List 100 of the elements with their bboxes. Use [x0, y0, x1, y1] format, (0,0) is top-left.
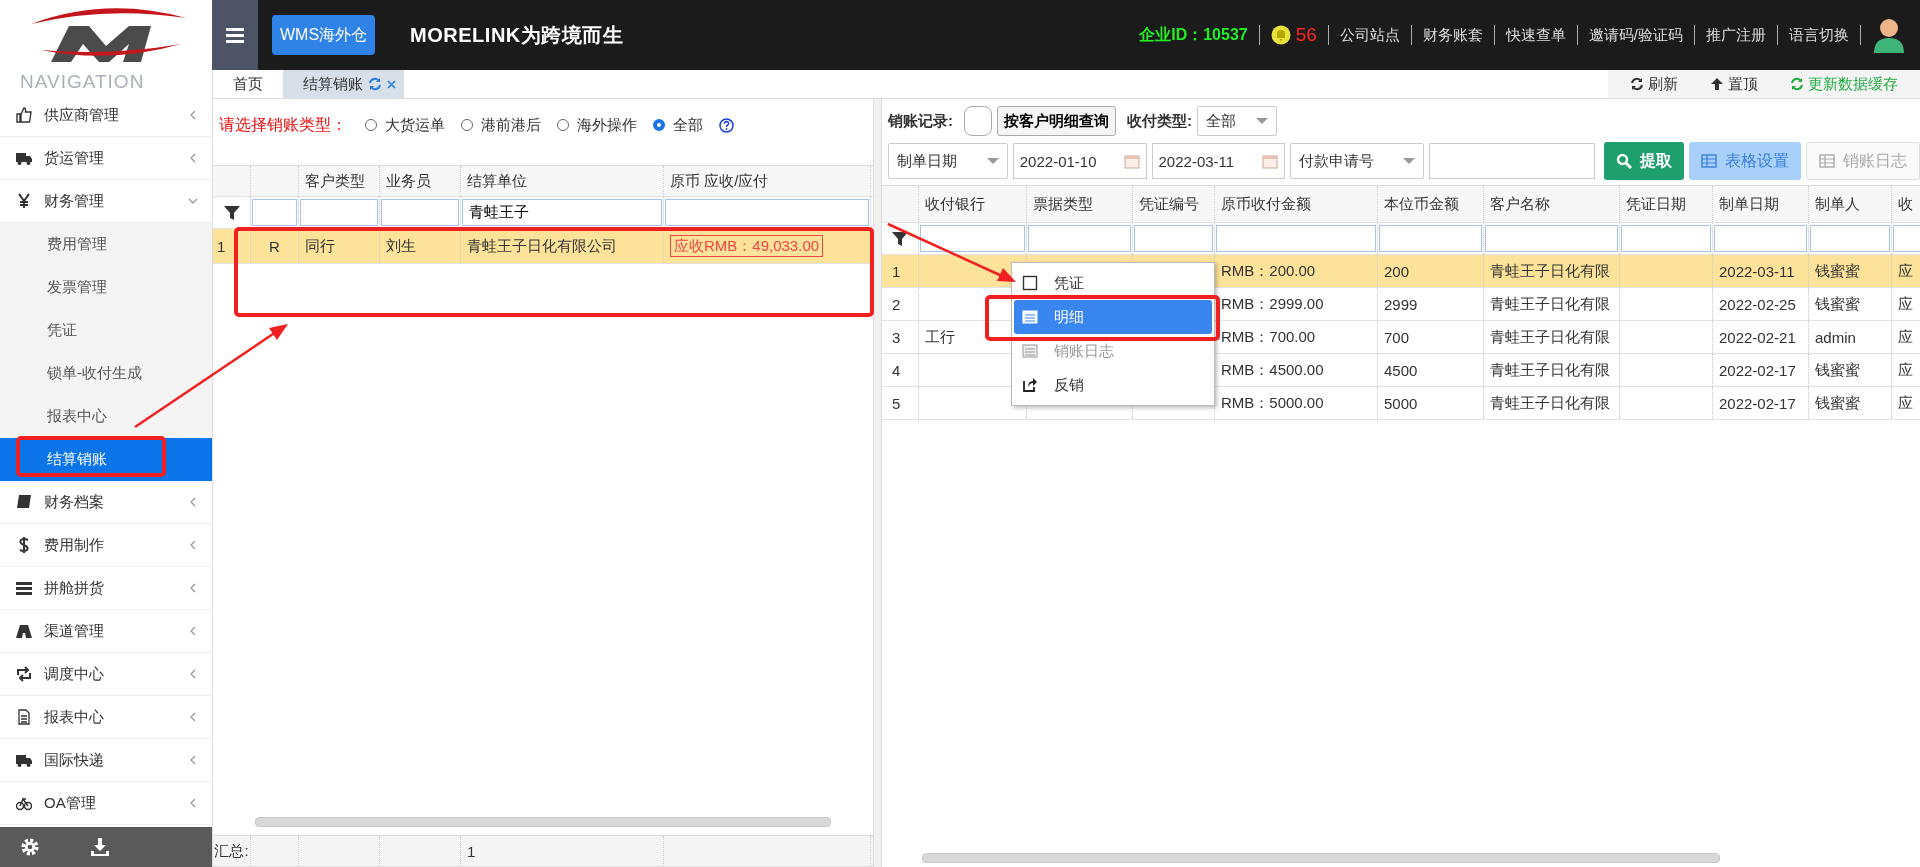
column-header[interactable]: 业务员 [380, 166, 461, 196]
radio-option[interactable]: 全部 [653, 115, 703, 135]
sidebar-item[interactable]: 费用制作 [0, 524, 212, 567]
sidebar-item[interactable]: 报表中心 [0, 696, 212, 739]
refresh-icon [1790, 77, 1804, 91]
help-icon[interactable] [719, 117, 734, 133]
filter-icon[interactable] [892, 230, 908, 247]
tab[interactable]: 首页 [213, 70, 283, 98]
filter-field[interactable] [1485, 225, 1618, 252]
date-field[interactable]: 2022-01-10 [1012, 143, 1147, 179]
calendar-icon[interactable] [1123, 153, 1140, 169]
type-select[interactable]: 全部 [1197, 106, 1277, 136]
header-link[interactable]: 邀请码/验证码 [1588, 25, 1683, 45]
table-cell: 5000 [1384, 394, 1418, 412]
filter-field[interactable] [1810, 225, 1890, 252]
settings-icon[interactable] [20, 837, 40, 857]
date-field[interactable]: 2022-03-11 [1151, 143, 1286, 179]
toggle-switch[interactable] [964, 106, 992, 136]
filter-field[interactable]: 青蛙王子 [462, 199, 662, 226]
table-cell: 700 [1384, 328, 1410, 346]
warehouse-button[interactable]: WMS海外仓 [272, 15, 376, 55]
filter-field[interactable] [1714, 225, 1807, 252]
sidebar-item[interactable]: 国际快递 [0, 739, 212, 782]
header-link[interactable]: 财务账套 [1422, 25, 1483, 45]
avatar-icon[interactable] [1872, 17, 1906, 53]
column-header[interactable]: 票据类型 [1027, 186, 1133, 222]
sidebar-item[interactable]: 调度中心 [0, 653, 212, 696]
close-icon[interactable] [387, 79, 396, 89]
column-header[interactable]: 原币 应收/应付 [664, 166, 871, 196]
header-link[interactable]: 快速查单 [1505, 25, 1566, 45]
date-type-select[interactable]: 制单日期 [888, 143, 1008, 179]
column-header[interactable]: 凭证编号 [1133, 186, 1215, 222]
panel-splitter[interactable] [873, 99, 882, 867]
filter-field[interactable] [1379, 225, 1482, 252]
sidebar-item[interactable]: 拼舱拼货 [0, 567, 212, 610]
filter-field[interactable] [1621, 225, 1711, 252]
number-type-select[interactable]: 付款申请号 [1290, 143, 1424, 179]
sidebar-subitem[interactable]: 报表中心 [0, 395, 212, 438]
query-button[interactable]: 按客户明细查询 [997, 106, 1116, 136]
column-header[interactable]: 原币收付金额 [1215, 186, 1378, 222]
sidebar-item[interactable]: 财务档案 [0, 481, 212, 524]
filter-field[interactable] [300, 199, 378, 226]
table-cell: 2022-02-21 [1719, 328, 1796, 346]
filter-field[interactable] [252, 199, 297, 226]
sidebar-subitem[interactable]: 发票管理 [0, 266, 212, 309]
column-header[interactable]: 制单日期 [1713, 186, 1809, 222]
toolbar-button[interactable]: 刷新 [1614, 70, 1694, 98]
column-header[interactable]: 收付银行 [919, 186, 1027, 222]
calendar-icon[interactable] [1262, 153, 1279, 169]
sidebar-subitem[interactable]: 凭证 [0, 309, 212, 352]
refresh-icon[interactable] [368, 77, 382, 91]
column-header[interactable]: 收 [1892, 186, 1920, 222]
sidebar-subitem[interactable]: 费用管理 [0, 223, 212, 266]
table-cell: 应 [1898, 360, 1913, 380]
column-header[interactable]: 客户名称 [1484, 186, 1620, 222]
sidebar-subitem[interactable]: 锁单-收付生成 [0, 352, 212, 395]
scrollbar[interactable] [255, 817, 831, 827]
filter-field[interactable] [1216, 225, 1376, 252]
download-icon[interactable] [90, 837, 110, 857]
filter-field[interactable] [381, 199, 459, 226]
radio-option[interactable]: 海外操作 [557, 115, 637, 135]
filter-field[interactable] [1028, 225, 1131, 252]
header-link[interactable]: 公司站点 [1339, 25, 1400, 45]
column-header[interactable]: 制单人 [1809, 186, 1892, 222]
column-header[interactable]: 结算单位 [461, 166, 664, 196]
book-icon [16, 494, 32, 510]
filter-field[interactable] [665, 199, 869, 226]
filter-icon[interactable] [223, 204, 240, 221]
chevron-left-icon [188, 755, 198, 765]
chevron-left-icon [188, 798, 198, 808]
menu-item[interactable]: 明细 [1014, 300, 1212, 334]
column-header[interactable]: 客户类型 [299, 166, 380, 196]
tab[interactable]: 结算销账 [283, 70, 404, 98]
bell-icon[interactable] [1270, 25, 1291, 45]
sidebar-item[interactable]: OA管理 [0, 782, 212, 825]
scrollbar[interactable] [922, 853, 1720, 863]
sidebar-item[interactable]: 渠道管理 [0, 610, 212, 653]
header-link[interactable]: 语言切换 [1789, 25, 1849, 45]
menu-button[interactable] [212, 0, 258, 70]
radio-option[interactable]: 港前港后 [461, 115, 541, 135]
bicycle-icon [16, 795, 32, 811]
sidebar-item[interactable]: 货运管理 [0, 137, 212, 180]
column-header[interactable]: 凭证日期 [1620, 186, 1713, 222]
search-field[interactable] [1429, 143, 1595, 179]
grid-icon [1819, 153, 1835, 169]
toolbar-button[interactable]: 置顶 [1694, 70, 1774, 98]
filter-field[interactable] [1134, 225, 1213, 252]
table-cell: 200 [1384, 262, 1410, 280]
radio-option[interactable]: 大货运单 [365, 115, 445, 135]
column-header[interactable]: 本位币金额 [1378, 186, 1484, 222]
header-link[interactable]: 推广注册 [1706, 25, 1766, 45]
type-label: 收付类型: [1127, 111, 1192, 131]
truck-icon [16, 150, 32, 166]
chevron-left-icon [188, 153, 198, 163]
share-icon [1022, 377, 1038, 393]
filter-field[interactable] [920, 225, 1025, 252]
sidebar-item[interactable]: 供应商管理 [0, 94, 212, 137]
table-row[interactable]: 1 R 同行 刘生 青蛙王子日化有限公司 应收RMB：49,033.00 [213, 229, 873, 264]
truck-icon [16, 752, 32, 768]
row-number: 4 [882, 354, 919, 386]
